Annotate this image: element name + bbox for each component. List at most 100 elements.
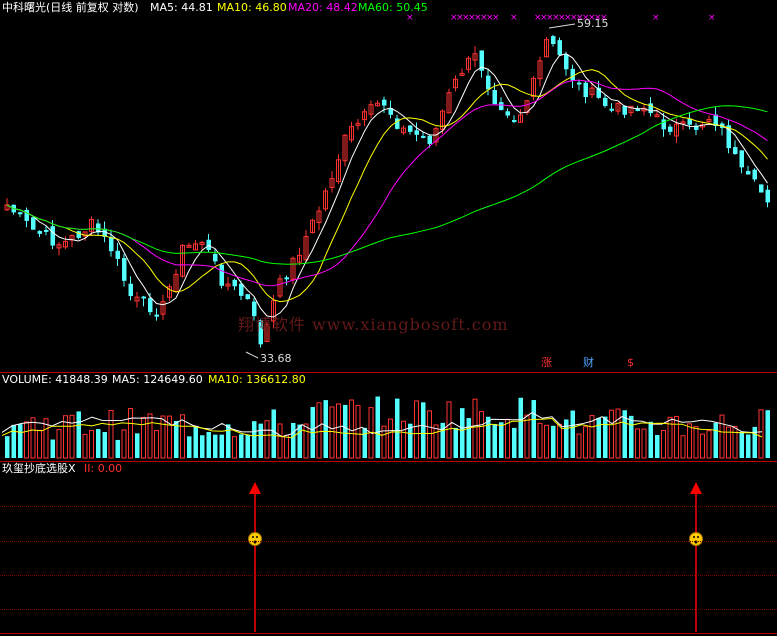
watermark: 翔博软件 www.xiangbosoft.com <box>238 315 509 334</box>
candle-body <box>765 189 770 203</box>
volume-bar <box>271 409 276 458</box>
volume-bar <box>135 433 140 458</box>
volume-bar <box>187 436 192 458</box>
candle-body <box>122 258 127 281</box>
volume-bar <box>615 408 621 459</box>
volume-bar <box>245 434 250 458</box>
volume-bar <box>583 426 588 459</box>
volume-bar <box>635 428 640 459</box>
volume-bar <box>609 409 614 459</box>
volume-bar <box>193 425 198 458</box>
candle-body <box>668 126 673 132</box>
volume-bar <box>76 411 81 458</box>
volume-bar <box>414 400 419 459</box>
volume-bar <box>303 423 309 459</box>
indicator-gridline <box>0 541 777 542</box>
volume-bar <box>401 420 406 459</box>
candle-body <box>564 54 569 70</box>
ma5-line <box>6 53 768 318</box>
candle-body <box>759 184 764 193</box>
volume-bar <box>30 417 36 459</box>
candle-body <box>18 212 23 215</box>
volume-bar <box>576 433 582 459</box>
main-chart-title: 中科曙光(日线 前复权 对数) <box>2 1 139 14</box>
candle-body <box>141 296 146 299</box>
bottom-border <box>0 633 777 634</box>
volume-bar <box>115 439 120 458</box>
volume-bar <box>82 433 88 459</box>
candle-body <box>115 250 120 259</box>
volume-bar <box>433 424 439 459</box>
event-badge-limit-up[interactable]: 涨 <box>540 357 553 369</box>
volume-ma5-label: MA5: 124649.60 <box>112 373 203 386</box>
emoji-eye <box>252 536 254 538</box>
candle-body <box>24 209 29 221</box>
volume-bar <box>206 431 211 458</box>
volume-bar <box>154 430 159 459</box>
volume-bar <box>284 434 289 459</box>
volume-bar <box>252 421 257 458</box>
candle-body <box>752 169 757 180</box>
candle-body <box>499 102 504 110</box>
signal-cross-mark: × <box>708 13 716 23</box>
signal-cross-mark: × <box>492 13 500 23</box>
volume-bar <box>732 425 738 459</box>
volume-bar <box>160 415 166 459</box>
volume-bar <box>213 434 218 458</box>
candle-body <box>609 108 614 111</box>
volume-bar <box>232 436 237 459</box>
volume-bar <box>375 396 380 458</box>
volume-bar <box>50 439 55 458</box>
candle-body <box>213 254 218 262</box>
candle-body <box>486 75 491 90</box>
candle-body <box>557 40 562 56</box>
event-badge-dividend[interactable]: $ <box>626 357 635 369</box>
buy-signal-arrow-icon <box>249 482 261 494</box>
ma5-label: MA5: 44.81 <box>150 1 213 14</box>
indicator-value: II: 0.00 <box>84 462 123 475</box>
volume-bar <box>277 423 283 459</box>
volume-bar <box>239 434 244 458</box>
volume-bar <box>460 408 465 458</box>
volume-bar <box>408 423 413 458</box>
candle-body <box>603 97 608 106</box>
volume-bar <box>596 417 601 458</box>
candle-body <box>733 147 738 155</box>
candle-body <box>583 82 588 98</box>
volume-bar <box>706 430 712 459</box>
candle-body <box>382 99 387 106</box>
ma10-label: MA10: 46.80 <box>217 1 287 14</box>
volume-bar <box>505 418 510 459</box>
volume-bar <box>537 422 543 459</box>
candle-body <box>408 125 413 132</box>
volume-bar <box>739 431 744 458</box>
candle-body <box>44 229 49 232</box>
volume-bar <box>486 416 491 458</box>
volume-bar <box>343 404 348 458</box>
candle-body <box>154 314 159 317</box>
volume-bar <box>102 432 107 458</box>
candle-body <box>109 236 114 252</box>
candle-body <box>512 120 517 123</box>
candle-body <box>76 231 81 238</box>
volume-bar <box>395 398 400 458</box>
volume-bar <box>388 418 393 459</box>
volume-bar <box>674 415 679 459</box>
volume-bar <box>680 435 686 459</box>
high-price-marker: 59.15 <box>577 17 609 30</box>
candle-body <box>245 294 250 300</box>
volume-bar <box>349 399 354 459</box>
event-badge-financial[interactable]: 财 <box>582 357 595 369</box>
candle-body <box>577 82 582 85</box>
candle-body <box>128 283 133 297</box>
volume-bar <box>719 414 725 459</box>
volume-bar <box>758 409 764 459</box>
volume-bar <box>128 407 133 459</box>
volume-bar <box>570 410 575 458</box>
candle-body <box>421 135 426 138</box>
signal-cross-mark: × <box>510 13 518 23</box>
volume-bar <box>661 429 666 459</box>
volume-bar <box>479 411 484 459</box>
volume-bar <box>108 409 114 459</box>
volume-ma10-label: MA10: 136612.80 <box>208 373 306 386</box>
